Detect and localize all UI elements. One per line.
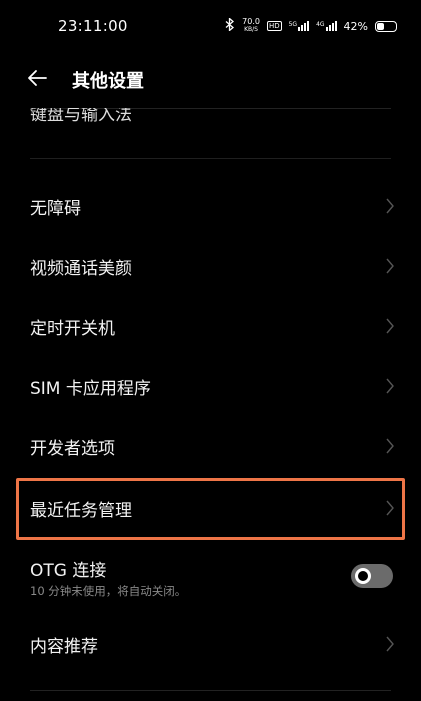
network-type-2: 4G (316, 21, 325, 28)
bottom-divider (30, 690, 391, 691)
chevron-right-icon (386, 258, 394, 274)
list-item-accessibility[interactable]: 无障碍 (0, 176, 421, 236)
signal-5g-icon: 5G (288, 21, 310, 31)
hd-badge: HD (266, 21, 282, 31)
network-speed-unit: KB/S (244, 26, 258, 33)
otg-subtitle: 10 分钟未使用，将自动关闭。 (30, 584, 187, 598)
list-item-label: 视频通话美颜 (30, 258, 132, 279)
status-time: 23:11:00 (58, 17, 128, 35)
status-bar: 23:11:00 70.0 KB/S HD 5G 4G 42% (0, 0, 421, 52)
network-speed: 70.0 KB/S (242, 18, 260, 34)
otg-title: OTG 连接 (30, 561, 107, 581)
list-item-otg[interactable]: OTG 连接 10 分钟未使用，将自动关闭。 (0, 552, 421, 604)
toggle-knob (355, 568, 371, 584)
network-speed-value: 70.0 (242, 17, 260, 26)
chevron-right-icon: › (30, 108, 35, 118)
list-item-label: 定时开关机 (30, 318, 115, 339)
list-item-scheduled-power[interactable]: 定时开关机 (0, 296, 421, 356)
list-item-content-recommend[interactable]: 内容推荐 (0, 614, 421, 674)
highlight-box (16, 478, 405, 540)
back-button[interactable] (26, 66, 72, 94)
chevron-right-icon (386, 198, 394, 214)
network-type-1: 5G (288, 21, 298, 28)
list-item-input-method[interactable]: 键盘与输入法 › (30, 108, 400, 122)
chevron-right-icon (386, 636, 394, 652)
list-item-label: 开发者选项 (30, 438, 115, 459)
list-item-developer-options[interactable]: 开发者选项 (0, 416, 421, 476)
bluetooth-icon (225, 17, 235, 34)
chevron-right-icon (386, 318, 394, 334)
otg-toggle[interactable] (351, 564, 393, 588)
arrow-left-icon[interactable] (26, 66, 50, 90)
page-title: 其他设置 (72, 70, 144, 92)
chevron-right-icon (386, 378, 394, 394)
battery-icon (375, 20, 397, 32)
battery-percent: 42% (343, 19, 368, 33)
list-item-video-call-beauty[interactable]: 视频通话美颜 (0, 236, 421, 296)
page-header: 其他设置 (0, 52, 421, 107)
signal-4g-icon: 4G (316, 21, 337, 31)
battery-fill (377, 22, 384, 30)
status-icons: 70.0 KB/S HD 5G 4G 42% (225, 17, 397, 34)
section-divider (30, 158, 391, 159)
list-item-label: 内容推荐 (30, 636, 98, 657)
list-item-label: SIM 卡应用程序 (30, 378, 151, 399)
list-item-sim-apps[interactable]: SIM 卡应用程序 (0, 356, 421, 416)
chevron-right-icon (386, 438, 394, 454)
list-item-label: 无障碍 (30, 198, 81, 219)
